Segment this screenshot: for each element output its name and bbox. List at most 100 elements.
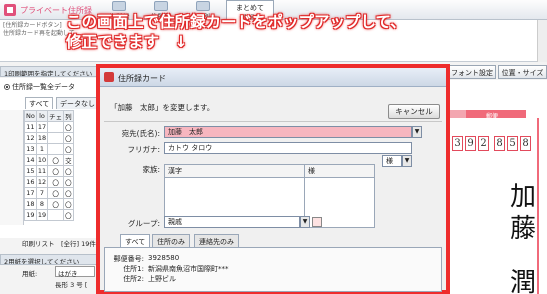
table-row[interactable]: 16 12 〇〇 (24, 176, 74, 188)
paper-select[interactable]: はがき (55, 266, 95, 278)
table-cell-col: 〇 (63, 187, 74, 199)
table-cell-lo: 17 (35, 121, 49, 133)
book-icon (112, 1, 126, 11)
postcard-side-border (537, 118, 539, 294)
table-row[interactable]: 11 17 〇 (24, 121, 74, 133)
address-card-dialog: 住所録カード 「加藤 太郎」を変更します。 キャンセル 宛先(氏名): 加藤 太… (96, 64, 450, 294)
col-header-lo[interactable]: lo (35, 110, 49, 122)
radio-icon (4, 84, 10, 90)
col-header-no[interactable]: No (24, 110, 37, 122)
table-row[interactable]: 19 19 〇 (24, 209, 74, 221)
table-row[interactable]: 13 1 〇 (24, 143, 74, 155)
table-row[interactable]: 17 7 〇〇 (24, 187, 74, 199)
tab-all[interactable]: すべて (25, 97, 54, 109)
card-icon (196, 1, 210, 11)
family-suffix-dropdown[interactable]: ▼ (402, 155, 412, 167)
zip-label: 郵便番号: (113, 255, 144, 263)
col-header-col[interactable]: 列 (63, 110, 74, 122)
row-header-column (0, 110, 24, 225)
address2-value[interactable]: 上野ビル (148, 274, 176, 284)
family-suffix-select[interactable]: 様 (382, 155, 402, 167)
table-cell-col: 〇 (63, 209, 74, 221)
notes-scrollbar[interactable] (537, 20, 547, 62)
table-cell-no: 18 (24, 198, 37, 210)
table-cell-col: 〇 (63, 198, 74, 210)
chevron-down-icon: ▼ (302, 218, 308, 225)
table-cell-lo: 19 (35, 209, 49, 221)
table-cell-col: 〇 (63, 165, 74, 177)
tab-all[interactable]: すべて (120, 234, 151, 248)
table-cell-lo: 18 (35, 132, 49, 144)
table-row[interactable]: 14 10 〇交 (24, 154, 74, 166)
table-cell-chk (47, 143, 65, 155)
table-cell-no: 16 (24, 176, 37, 188)
furigana-field[interactable]: カトウ タロウ (164, 142, 412, 154)
family-label: 家族: (142, 165, 160, 174)
name-label: 宛先(氏名): (121, 129, 160, 138)
table-cell-chk (47, 209, 65, 221)
table-cell-chk: 〇 (47, 198, 65, 210)
section-paper: 2用紙を選択してください (0, 254, 100, 265)
position-size-button[interactable]: 位置・サイズ (498, 65, 547, 79)
address-list-table: No lo チェ 列 11 17 〇 12 18 〇 13 1 〇 14 10 〇交 15 11 〇〇 16 1… (24, 110, 74, 221)
table-cell-lo: 7 (35, 187, 49, 199)
zip-digit: 9 (465, 136, 476, 151)
group-edit-icon[interactable] (312, 217, 322, 227)
annotation-line-2: 修正できます ↓ (66, 33, 188, 51)
table-cell-lo: 12 (35, 176, 49, 188)
table-cell-chk: 〇 (47, 176, 65, 188)
table-cell-no: 11 (24, 121, 37, 133)
table-cell-chk (47, 132, 65, 144)
paper-label: 用紙: (22, 270, 38, 278)
table-cell-col: 〇 (63, 143, 74, 155)
cancel-button[interactable]: キャンセル (388, 104, 440, 119)
font-settings-button[interactable]: フォント設定 (448, 65, 496, 79)
table-row[interactable]: 12 18 〇 (24, 132, 74, 144)
table-row[interactable]: 18 8 〇〇 (24, 198, 74, 210)
address2-label: 住所2: (123, 275, 144, 283)
book-icon (154, 1, 168, 11)
annotation-line-1: この画面上で住所録カードをポップアップして、 (66, 13, 406, 31)
table-cell-col: 〇 (63, 176, 74, 188)
zip-digit: 3 (452, 136, 463, 151)
zip-digit: 8 (494, 136, 505, 151)
address1-label: 住所1: (123, 265, 144, 273)
tab-no-data[interactable]: データなし (56, 97, 99, 109)
table-cell-no: 15 (24, 165, 37, 177)
annotation-caption: この画面上で住所録カードをポップアップして、 修正できます ↓ (66, 12, 406, 52)
table-cell-lo: 11 (35, 165, 49, 177)
table-cell-no: 17 (24, 187, 37, 199)
table-row[interactable]: 15 11 〇〇 (24, 165, 74, 177)
app-logo-icon (3, 3, 17, 17)
table-cell-no: 14 (24, 154, 37, 166)
address-card-icon (104, 72, 114, 82)
table-cell-chk: 〇 (47, 165, 65, 177)
table-cell-col: 交 (63, 154, 74, 166)
paper-size-text: 長形 3 号 [ (55, 281, 88, 289)
table-cell-lo: 8 (35, 198, 49, 210)
group-select[interactable]: 親戚 (164, 216, 300, 228)
name-field[interactable]: 加藤 太郎 (164, 126, 412, 138)
address1-value[interactable]: 新潟県南魚沼市国際町*** (148, 264, 229, 274)
zip-digit: 8 (520, 136, 531, 151)
section-print-range: 1印刷範囲を指定してください (0, 66, 100, 77)
group-dropdown[interactable]: ▼ (300, 216, 310, 228)
zip-digit: 5 (507, 136, 518, 151)
recipient-name-char: 藤 (510, 214, 537, 244)
tab-address-only[interactable]: 住所のみ (152, 234, 190, 247)
recipient-name-char: 潤 (510, 268, 537, 294)
dialog-message: 「加藤 太郎」を変更します。 (110, 103, 215, 112)
furigana-label: フリガナ: (127, 145, 160, 154)
tab-contact-only[interactable]: 連絡先のみ (194, 234, 239, 247)
radio-all-data[interactable]: 住所録一覧全データ (4, 82, 75, 92)
col-header-check[interactable]: チェ (47, 110, 65, 122)
table-cell-no: 13 (24, 143, 37, 155)
chevron-down-icon: ▼ (404, 157, 410, 164)
table-cell-no: 12 (24, 132, 37, 144)
zip-digit: 2 (478, 136, 489, 151)
divider (104, 121, 442, 122)
zip-value[interactable]: 3928580 (148, 254, 179, 262)
name-dropdown[interactable]: ▼ (412, 126, 422, 138)
family-col-suffix: 様 (304, 164, 375, 178)
dialog-title: 住所録カード (118, 74, 166, 83)
